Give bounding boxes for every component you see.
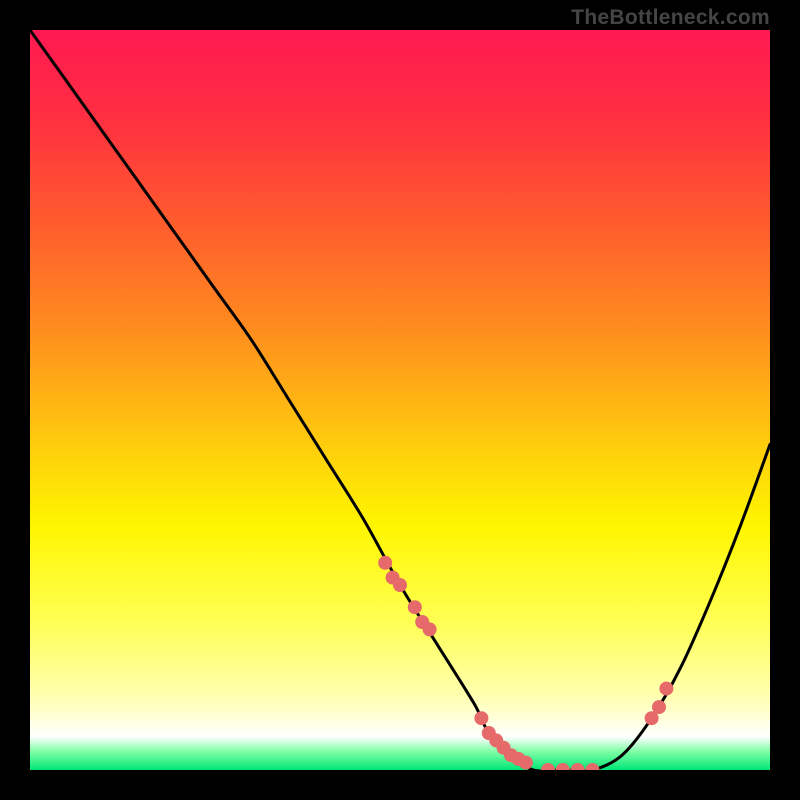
data-marker — [652, 700, 666, 714]
data-marker — [571, 763, 585, 770]
plot-area — [30, 30, 770, 770]
data-marker — [408, 600, 422, 614]
data-markers — [378, 556, 673, 770]
data-marker — [659, 682, 673, 696]
watermark-text: TheBottleneck.com — [571, 6, 770, 30]
data-marker — [378, 556, 392, 570]
data-marker — [519, 756, 533, 770]
data-marker — [585, 763, 599, 770]
bottleneck-curve — [30, 30, 770, 770]
chart-root: TheBottleneck.com — [0, 0, 800, 800]
data-marker — [556, 763, 570, 770]
data-marker — [423, 622, 437, 636]
data-marker — [541, 763, 555, 770]
data-marker — [474, 711, 488, 725]
curve-layer — [30, 30, 770, 770]
data-marker — [393, 578, 407, 592]
